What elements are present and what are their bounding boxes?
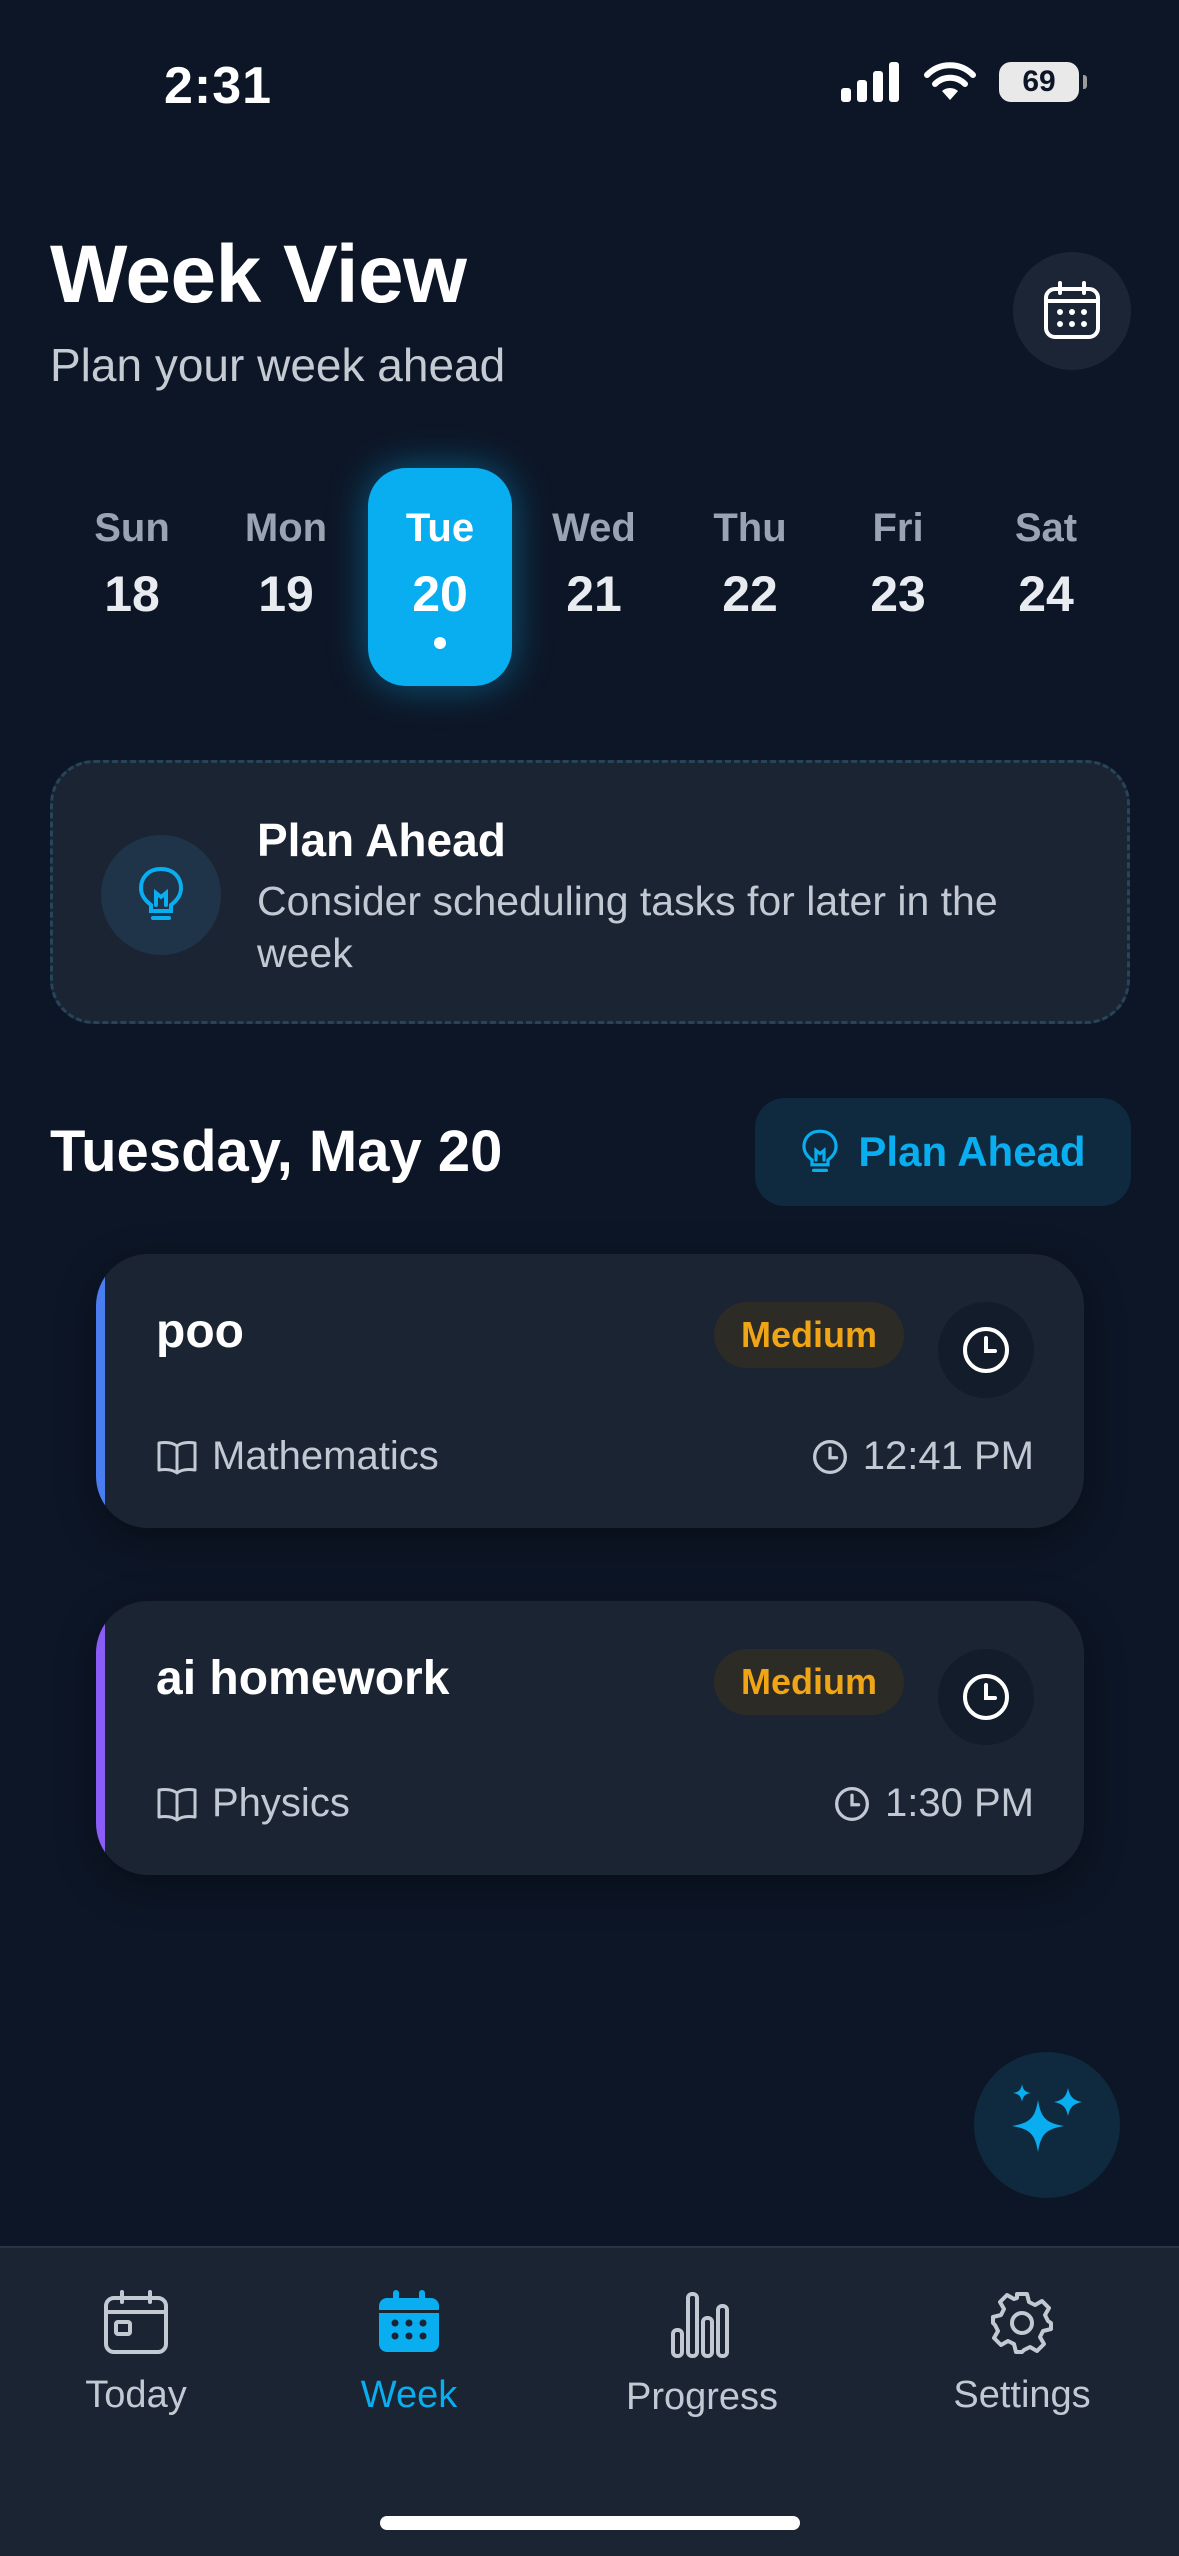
calendar-button[interactable] bbox=[1013, 252, 1131, 370]
tip-icon-circle bbox=[101, 835, 221, 955]
tab-week[interactable]: Week bbox=[350, 2290, 468, 2417]
reschedule-button[interactable] bbox=[938, 1302, 1034, 1398]
bar-chart-icon bbox=[671, 2292, 729, 2358]
day-tue[interactable]: Tue 20 bbox=[368, 468, 512, 686]
book-icon bbox=[157, 1440, 197, 1474]
gear-icon bbox=[991, 2292, 1053, 2354]
ai-sparkle-button[interactable] bbox=[974, 2052, 1120, 2198]
task-accent-bar bbox=[96, 1601, 105, 1875]
task-subject: Physics bbox=[156, 1781, 350, 1826]
day-fri[interactable]: Fri 23 bbox=[826, 468, 970, 686]
sparkles-icon bbox=[1012, 2084, 1082, 2152]
tab-label: Progress bbox=[625, 2376, 779, 2418]
week-day-strip: Sun 18 Mon 19 Tue 20 Wed 21 Thu 22 Fri 2… bbox=[60, 468, 1120, 686]
wifi-icon bbox=[924, 62, 976, 100]
day-number: 24 bbox=[1018, 566, 1074, 622]
day-thu[interactable]: Thu 22 bbox=[678, 468, 822, 686]
clock-icon bbox=[812, 1439, 847, 1474]
cellular-signal-icon bbox=[841, 62, 899, 102]
tab-label: Week bbox=[360, 2374, 458, 2416]
tip-text: Consider scheduling tasks for later in t… bbox=[257, 878, 998, 976]
plan-ahead-button-label: Plan Ahead bbox=[858, 1128, 1086, 1175]
home-indicator bbox=[380, 2516, 800, 2530]
plan-ahead-tip-card: Plan Ahead Consider scheduling tasks for… bbox=[50, 760, 1130, 1024]
day-wed[interactable]: Wed 21 bbox=[522, 468, 666, 686]
section-date-title: Tuesday, May 20 bbox=[50, 1119, 503, 1184]
calendar-icon bbox=[1044, 281, 1100, 339]
tip-title: Plan Ahead bbox=[257, 814, 506, 866]
task-card[interactable]: ai homework Medium Physics 1:30 PM bbox=[96, 1601, 1084, 1875]
day-number: 23 bbox=[870, 566, 926, 622]
tab-progress[interactable]: Progress bbox=[622, 2290, 782, 2419]
day-number: 18 bbox=[104, 566, 160, 622]
task-time: 1:30 PM bbox=[833, 1781, 1034, 1826]
task-subject: Mathematics bbox=[156, 1434, 439, 1479]
calendar-day-icon bbox=[104, 2290, 168, 2354]
day-mon[interactable]: Mon 19 bbox=[214, 468, 358, 686]
task-subject-label: Physics bbox=[212, 1781, 350, 1825]
day-number: 21 bbox=[566, 566, 622, 622]
day-name: Mon bbox=[244, 506, 328, 550]
day-sun[interactable]: Sun 18 bbox=[60, 468, 204, 686]
day-name: Sun bbox=[94, 506, 170, 550]
lightbulb-icon bbox=[802, 1129, 839, 1172]
task-indicator-dot bbox=[434, 637, 446, 649]
calendar-week-icon bbox=[379, 2290, 439, 2352]
day-name: Sat bbox=[1014, 506, 1078, 550]
task-title: ai homework bbox=[156, 1652, 450, 1705]
task-title: poo bbox=[156, 1305, 244, 1358]
lightbulb-icon bbox=[138, 866, 184, 920]
clock-icon bbox=[963, 1327, 1009, 1373]
day-number: 19 bbox=[258, 566, 314, 622]
priority-badge: Medium bbox=[714, 1649, 904, 1715]
task-accent-bar bbox=[96, 1254, 105, 1528]
status-indicators: 69 bbox=[841, 62, 1087, 102]
task-card[interactable]: poo Medium Mathematics 12:41 PM bbox=[96, 1254, 1084, 1528]
task-subject-label: Mathematics bbox=[212, 1434, 439, 1478]
tab-label: Settings bbox=[953, 2374, 1091, 2416]
status-time: 2:31 bbox=[164, 57, 273, 115]
task-time-label: 12:41 PM bbox=[862, 1434, 1034, 1478]
tab-label: Today bbox=[85, 2374, 187, 2416]
priority-badge: Medium bbox=[714, 1302, 904, 1368]
clock-icon bbox=[963, 1674, 1009, 1720]
clock-icon bbox=[835, 1786, 870, 1821]
day-number: 22 bbox=[722, 566, 778, 622]
reschedule-button[interactable] bbox=[938, 1649, 1034, 1745]
week-view-screen: 2:31 69 Week View Plan your week ahead S… bbox=[0, 0, 1179, 2556]
tab-settings[interactable]: Settings bbox=[950, 2290, 1094, 2417]
day-name: Thu bbox=[713, 506, 787, 550]
task-time: 12:41 PM bbox=[811, 1434, 1034, 1479]
page-subtitle: Plan your week ahead bbox=[50, 339, 506, 391]
book-icon bbox=[157, 1787, 197, 1821]
task-time-label: 1:30 PM bbox=[885, 1781, 1034, 1825]
plan-ahead-button[interactable]: Plan Ahead bbox=[755, 1098, 1131, 1206]
day-sat[interactable]: Sat 24 bbox=[974, 468, 1118, 686]
page-title: Week View bbox=[50, 229, 467, 320]
day-name: Fri bbox=[872, 506, 924, 550]
day-number: 20 bbox=[412, 566, 468, 622]
tab-today[interactable]: Today bbox=[80, 2290, 192, 2417]
battery-indicator: 69 bbox=[999, 62, 1087, 102]
day-name: Wed bbox=[552, 506, 636, 550]
tab-bar: Today Week Progress Settings bbox=[0, 2246, 1179, 2556]
day-name: Tue bbox=[405, 506, 475, 550]
